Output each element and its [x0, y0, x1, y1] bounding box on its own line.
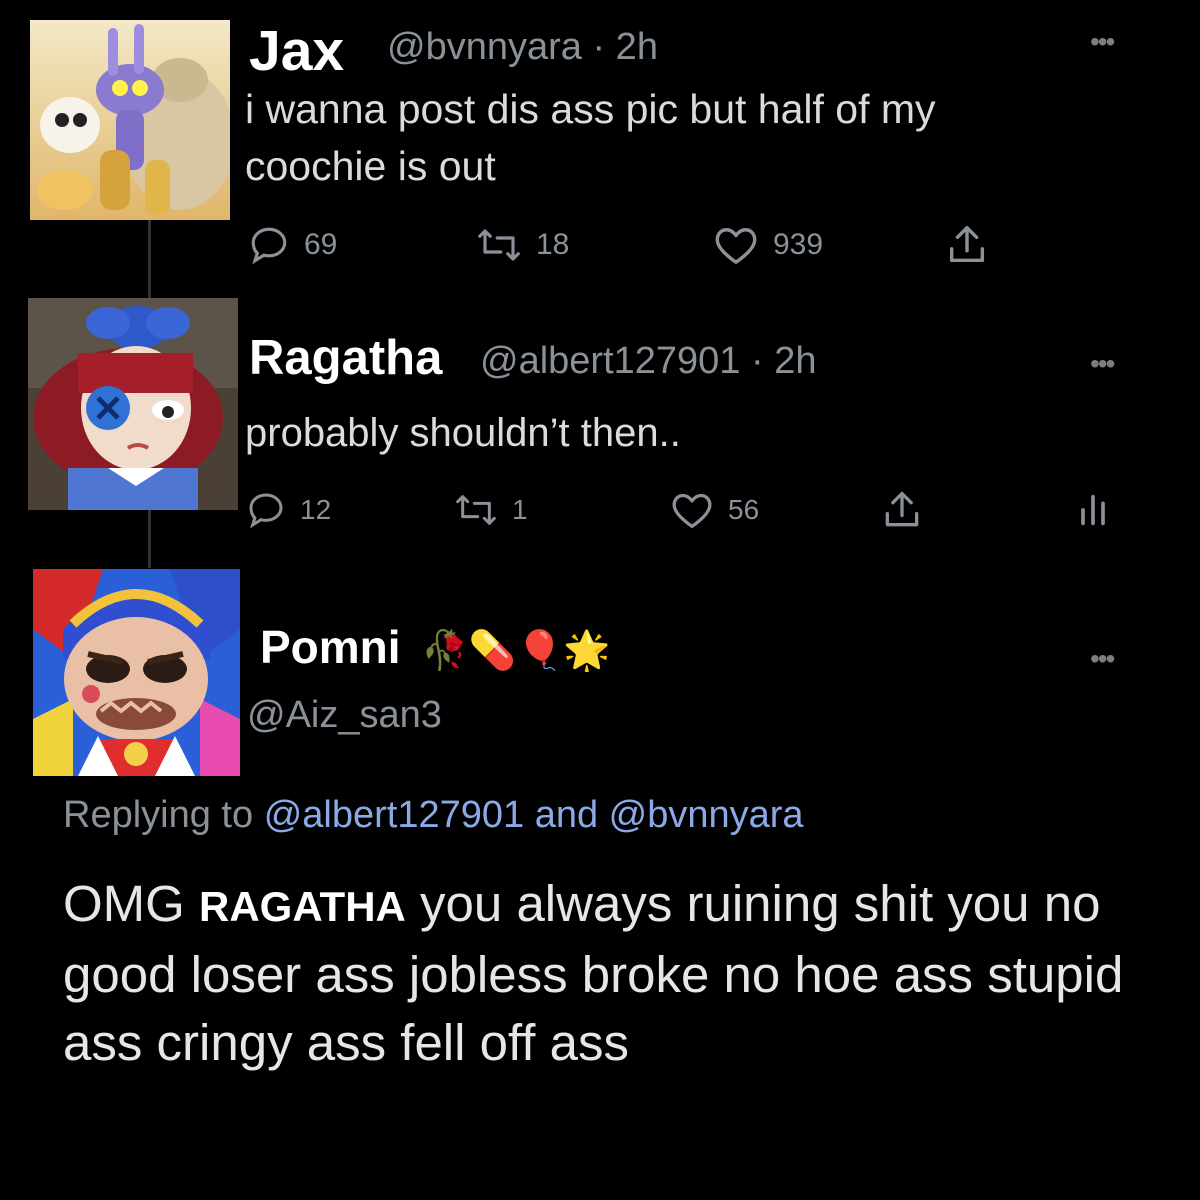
avatar-pomni[interactable]: [33, 569, 240, 776]
retweet-button[interactable]: 18: [476, 224, 569, 266]
user-handle[interactable]: @Aiz_san3: [247, 694, 442, 737]
avatar-jax[interactable]: [30, 20, 230, 220]
like-button[interactable]: 56: [670, 490, 759, 530]
share-icon: [885, 491, 919, 527]
user-handle[interactable]: @bvnnyara: [387, 26, 582, 68]
user-handle-time[interactable]: @bvnnyara · 2h: [387, 26, 658, 69]
user-handle-time[interactable]: @albert127901 · 2h: [480, 340, 816, 383]
tweet-text: OMG RAGATHA you always ruining shit you …: [63, 870, 1193, 1077]
share-icon: [949, 226, 985, 263]
name-emoji: 🥀💊🎈🌟: [421, 630, 611, 672]
mention-link[interactable]: @bvnnyara: [609, 794, 804, 836]
like-count: 939: [773, 228, 824, 261]
reply-count: 69: [304, 228, 338, 261]
tweet-text: probably shouldn’t then..: [245, 411, 681, 455]
more-icon[interactable]: •••: [1090, 645, 1115, 673]
reply-button[interactable]: 69: [248, 224, 337, 266]
timestamp: · 2h: [592, 26, 658, 68]
retweet-count: 1: [512, 494, 528, 525]
reply-button[interactable]: 12: [246, 490, 331, 530]
retweet-icon: [478, 229, 520, 261]
screen: { "tweets": [ { "name": "Jax", "handle":…: [0, 0, 1200, 1200]
tweet-text: i wanna post dis ass pic but half of my …: [245, 84, 936, 193]
display-name[interactable]: Jax: [249, 18, 344, 84]
retweet-button[interactable]: 1: [454, 490, 528, 530]
more-icon[interactable]: •••: [1090, 350, 1115, 378]
like-icon: [715, 228, 757, 264]
avatar-jax-image: [30, 20, 230, 220]
display-name[interactable]: Ragatha: [249, 330, 442, 386]
like-count: 56: [728, 494, 760, 525]
mention-link[interactable]: @albert127901: [264, 794, 524, 836]
display-name[interactable]: Pomni 🥀💊🎈🌟: [260, 620, 611, 674]
user-handle[interactable]: @albert127901: [480, 340, 740, 382]
replying-to: Replying to @albert127901 and @bvnnyara: [63, 794, 804, 837]
avatar-pomni-image: [33, 569, 240, 776]
share-button[interactable]: [880, 488, 924, 532]
tweet-text-line: i wanna post dis ass pic but half of my: [245, 86, 936, 132]
replying-and: and: [534, 794, 599, 836]
analytics-icon: [1081, 494, 1105, 526]
like-icon: [672, 493, 712, 528]
tweet-text-line: coochie is out: [245, 143, 496, 190]
reply-count: 12: [300, 494, 332, 525]
reply-icon: [249, 493, 283, 529]
thread-line: [148, 220, 151, 298]
retweet-count: 18: [536, 228, 570, 261]
display-name-text: Pomni: [260, 621, 401, 673]
tweet-text-caps: RAGATHA: [199, 883, 406, 930]
share-button[interactable]: [944, 222, 990, 268]
analytics-button[interactable]: [1078, 490, 1108, 530]
like-button[interactable]: 939: [713, 224, 823, 266]
thread-line: [148, 510, 151, 568]
avatar-ragatha-image: [28, 298, 238, 510]
timestamp: · 2h: [751, 340, 817, 382]
replying-to-label: Replying to: [63, 794, 254, 836]
more-icon[interactable]: •••: [1090, 28, 1115, 56]
reply-icon: [251, 227, 287, 265]
tweet-text-prefix: OMG: [63, 875, 199, 932]
retweet-icon: [456, 495, 496, 525]
avatar-ragatha[interactable]: [28, 298, 238, 510]
